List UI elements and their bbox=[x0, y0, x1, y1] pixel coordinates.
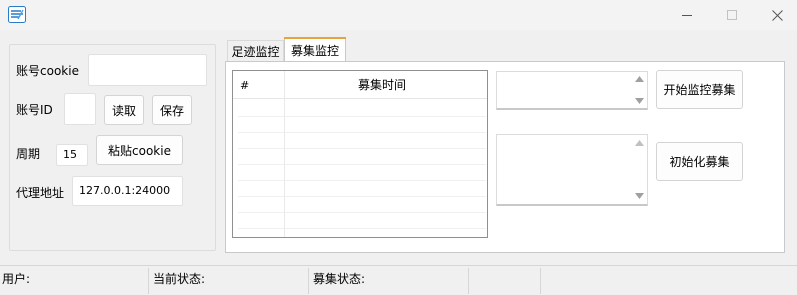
recruit-log-box-bottom[interactable] bbox=[496, 134, 648, 206]
read-button[interactable]: 读取 bbox=[104, 95, 144, 125]
maximize-button[interactable] bbox=[709, 0, 755, 30]
minimize-button[interactable] bbox=[664, 0, 710, 30]
paste-cookie-button[interactable]: 粘贴cookie bbox=[96, 135, 183, 165]
row-gridline bbox=[238, 164, 486, 165]
account-id-label: 账号ID bbox=[16, 103, 53, 117]
proxy-input[interactable]: 127.0.0.1:24000 bbox=[72, 176, 183, 206]
status-separator bbox=[540, 268, 541, 294]
init-recruit-button[interactable]: 初始化募集 bbox=[656, 142, 743, 181]
save-button[interactable]: 保存 bbox=[152, 95, 192, 125]
tab-recruit-monitor[interactable]: 募集监控 bbox=[284, 37, 346, 62]
column-header-recruit-time[interactable]: 募集时间 bbox=[358, 78, 406, 92]
cookie-input[interactable] bbox=[88, 54, 207, 86]
scroll-down-icon[interactable] bbox=[635, 193, 644, 199]
status-bar: 用户: 当前状态: 募集状态: bbox=[0, 265, 797, 295]
row-gridline bbox=[238, 196, 486, 197]
maximize-icon bbox=[727, 10, 737, 20]
status-separator bbox=[148, 268, 149, 294]
row-gridline bbox=[238, 212, 486, 213]
title-bar bbox=[0, 0, 797, 30]
row-gridline bbox=[238, 116, 486, 117]
scroll-up-icon[interactable] bbox=[635, 140, 644, 146]
close-button[interactable] bbox=[754, 0, 797, 30]
scroll-up-icon[interactable] bbox=[635, 76, 644, 82]
app-logo-icon bbox=[8, 6, 26, 23]
close-icon bbox=[772, 10, 783, 21]
status-recruit-state-label: 募集状态: bbox=[313, 272, 366, 286]
scroll-down-icon[interactable] bbox=[635, 98, 644, 104]
account-id-input[interactable] bbox=[64, 93, 96, 125]
period-label: 周期 bbox=[16, 147, 41, 161]
cookie-label: 账号cookie bbox=[16, 64, 79, 78]
start-monitor-recruit-button[interactable]: 开始监控募集 bbox=[656, 70, 743, 109]
row-gridline bbox=[238, 148, 486, 149]
column-header-index[interactable]: # bbox=[240, 79, 249, 93]
status-current-state-label: 当前状态: bbox=[153, 272, 206, 286]
row-gridline bbox=[238, 180, 486, 181]
recruit-list[interactable]: # 募集时间 bbox=[232, 70, 488, 238]
status-separator bbox=[468, 268, 469, 294]
row-gridline bbox=[238, 228, 486, 229]
tab-footprint-monitor[interactable]: 足迹监控 bbox=[227, 40, 284, 62]
row-gridline bbox=[238, 132, 486, 133]
status-user-label: 用户: bbox=[2, 272, 31, 286]
status-separator bbox=[308, 268, 309, 294]
period-input[interactable]: 15 bbox=[56, 144, 88, 166]
list-header: # 募集时间 bbox=[233, 71, 487, 99]
minimize-icon bbox=[682, 15, 692, 16]
proxy-label: 代理地址 bbox=[16, 186, 65, 200]
recruit-log-box-top[interactable] bbox=[496, 71, 648, 110]
